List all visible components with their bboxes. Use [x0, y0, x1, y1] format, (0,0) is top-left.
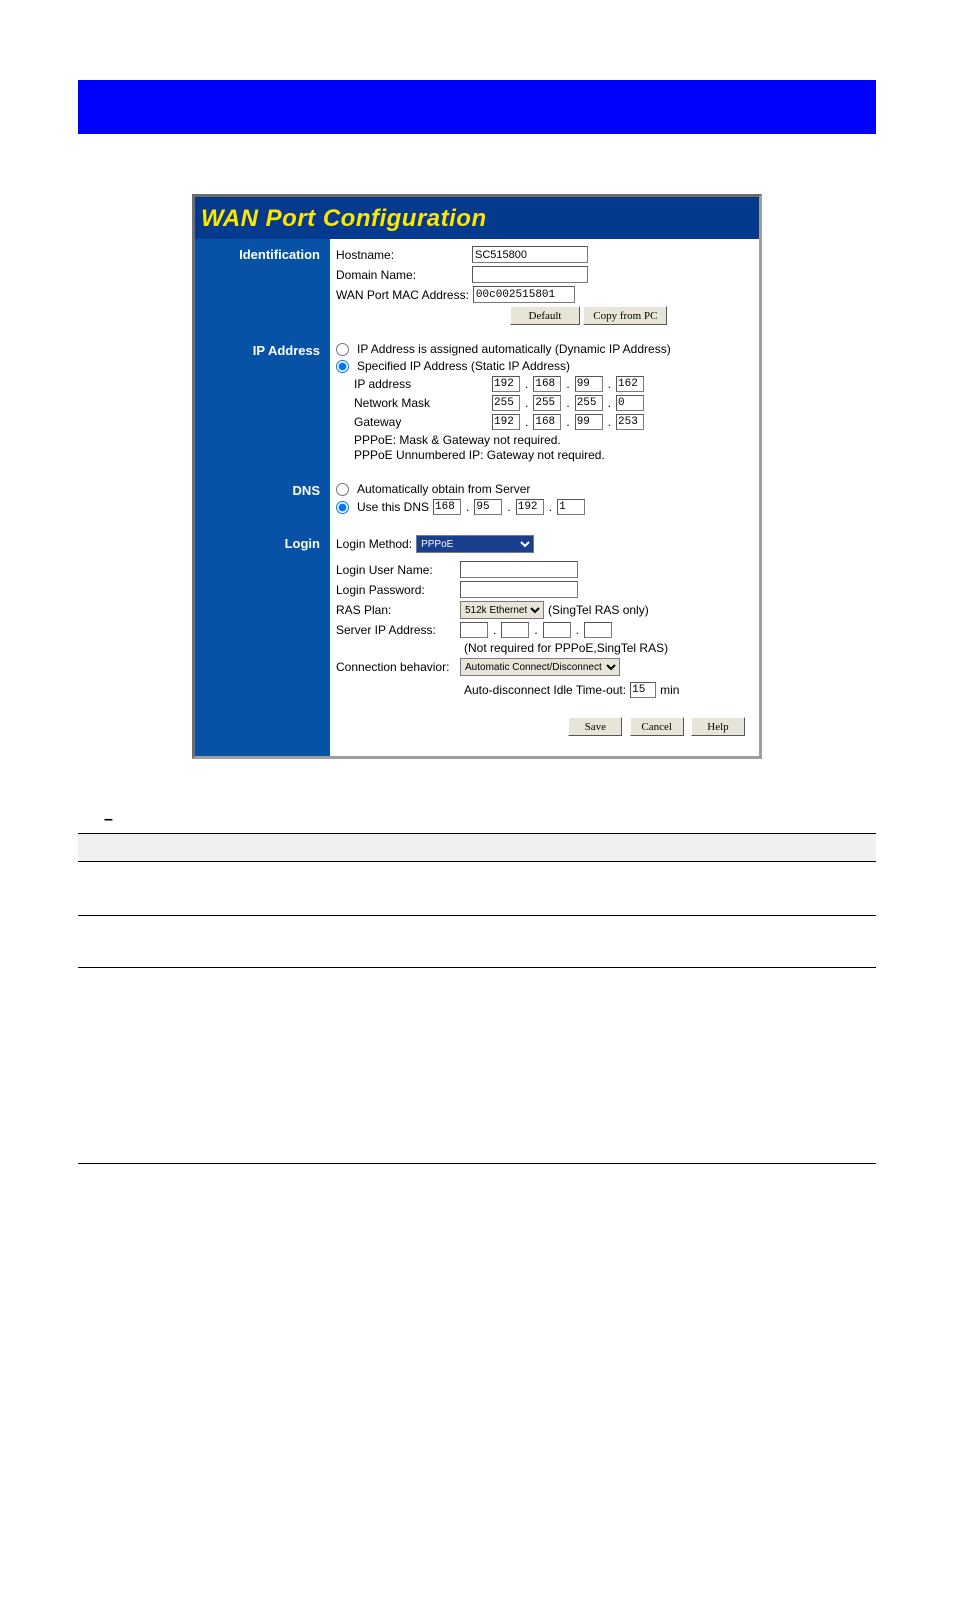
server-ip-note: (Not required for PPPoE,SingTel RAS) — [464, 641, 668, 655]
login-method-label: Login Method: — [336, 537, 412, 551]
idle-timeout-input[interactable] — [630, 682, 656, 698]
dns-auto-radio[interactable] — [336, 483, 349, 496]
domain-label: Domain Name: — [336, 268, 468, 282]
section-label-ip: IP Address — [195, 335, 330, 475]
conn-behavior-label: Connection behavior: — [336, 660, 456, 674]
dns-oct3[interactable] — [516, 499, 544, 515]
ip-oct3[interactable] — [575, 376, 603, 392]
gateway-label: Gateway — [354, 415, 444, 429]
idle-timeout-label: Auto-disconnect Idle Time-out: — [464, 683, 626, 697]
dns-auto-label: Automatically obtain from Server — [357, 482, 530, 496]
dns-oct4[interactable] — [557, 499, 585, 515]
pppoe-note2: PPPoE Unnumbered IP: Gateway not require… — [354, 448, 605, 462]
table-row — [78, 968, 248, 1164]
data-table — [78, 833, 876, 1164]
ip-dynamic-label: IP Address is assigned automatically (Dy… — [357, 342, 671, 356]
table-row — [78, 916, 248, 968]
sv-oct4[interactable] — [584, 622, 612, 638]
sv-oct1[interactable] — [460, 622, 488, 638]
gw-oct4[interactable] — [616, 414, 644, 430]
table-dash: – — [104, 811, 113, 828]
wan-port-config-figure: WAN Port Configuration Identification Ho… — [192, 194, 762, 759]
section-label-identification: Identification — [195, 239, 330, 335]
gw-oct3[interactable] — [575, 414, 603, 430]
ip-static-radio[interactable] — [336, 360, 349, 373]
mac-label: WAN Port MAC Address: — [336, 288, 469, 302]
ip-static-label: Specified IP Address (Static IP Address) — [357, 359, 570, 373]
ras-note: (SingTel RAS only) — [548, 603, 649, 617]
mask-oct1[interactable] — [492, 395, 520, 411]
sv-oct3[interactable] — [543, 622, 571, 638]
login-pass-label: Login Password: — [336, 583, 456, 597]
page-header-bar — [78, 80, 876, 134]
ip-oct1[interactable] — [492, 376, 520, 392]
gw-oct1[interactable] — [492, 414, 520, 430]
hostname-label: Hostname: — [336, 248, 468, 262]
ip-address-label: IP address — [354, 377, 444, 391]
mask-oct3[interactable] — [575, 395, 603, 411]
section-label-login: Login — [195, 528, 330, 756]
help-button[interactable]: Help — [691, 717, 745, 736]
copy-from-pc-button[interactable]: Copy from PC — [583, 306, 667, 325]
figure-title: WAN Port Configuration — [201, 205, 487, 232]
ip-oct4[interactable] — [616, 376, 644, 392]
conn-behavior-select[interactable]: Automatic Connect/Disconnect — [460, 658, 620, 676]
mask-oct4[interactable] — [616, 395, 644, 411]
ras-plan-label: RAS Plan: — [336, 603, 456, 617]
login-method-select[interactable]: PPPoE — [416, 535, 534, 553]
login-pass-input[interactable] — [460, 581, 578, 598]
idle-min-label: min — [660, 683, 679, 697]
server-ip-label: Server IP Address: — [336, 623, 456, 637]
login-user-input[interactable] — [460, 561, 578, 578]
dns-manual-label: Use this DNS — [357, 500, 429, 514]
default-button[interactable]: Default — [510, 306, 580, 325]
domain-input[interactable] — [472, 266, 588, 283]
sv-oct2[interactable] — [501, 622, 529, 638]
dns-manual-radio[interactable] — [336, 501, 349, 514]
hostname-input[interactable] — [472, 246, 588, 263]
login-user-label: Login User Name: — [336, 563, 456, 577]
mac-input[interactable] — [473, 286, 575, 303]
ras-plan-select[interactable]: 512k Ethernet — [460, 601, 544, 619]
gw-oct2[interactable] — [533, 414, 561, 430]
cancel-button[interactable]: Cancel — [630, 717, 684, 736]
dns-oct1[interactable] — [433, 499, 461, 515]
mask-label: Network Mask — [354, 396, 444, 410]
dns-oct2[interactable] — [474, 499, 502, 515]
save-button[interactable]: Save — [568, 717, 622, 736]
table-row — [78, 862, 248, 916]
ip-dynamic-radio[interactable] — [336, 343, 349, 356]
ip-oct2[interactable] — [533, 376, 561, 392]
pppoe-note1: PPPoE: Mask & Gateway not required. — [354, 433, 561, 447]
mask-oct2[interactable] — [533, 395, 561, 411]
section-label-dns: DNS — [195, 475, 330, 528]
